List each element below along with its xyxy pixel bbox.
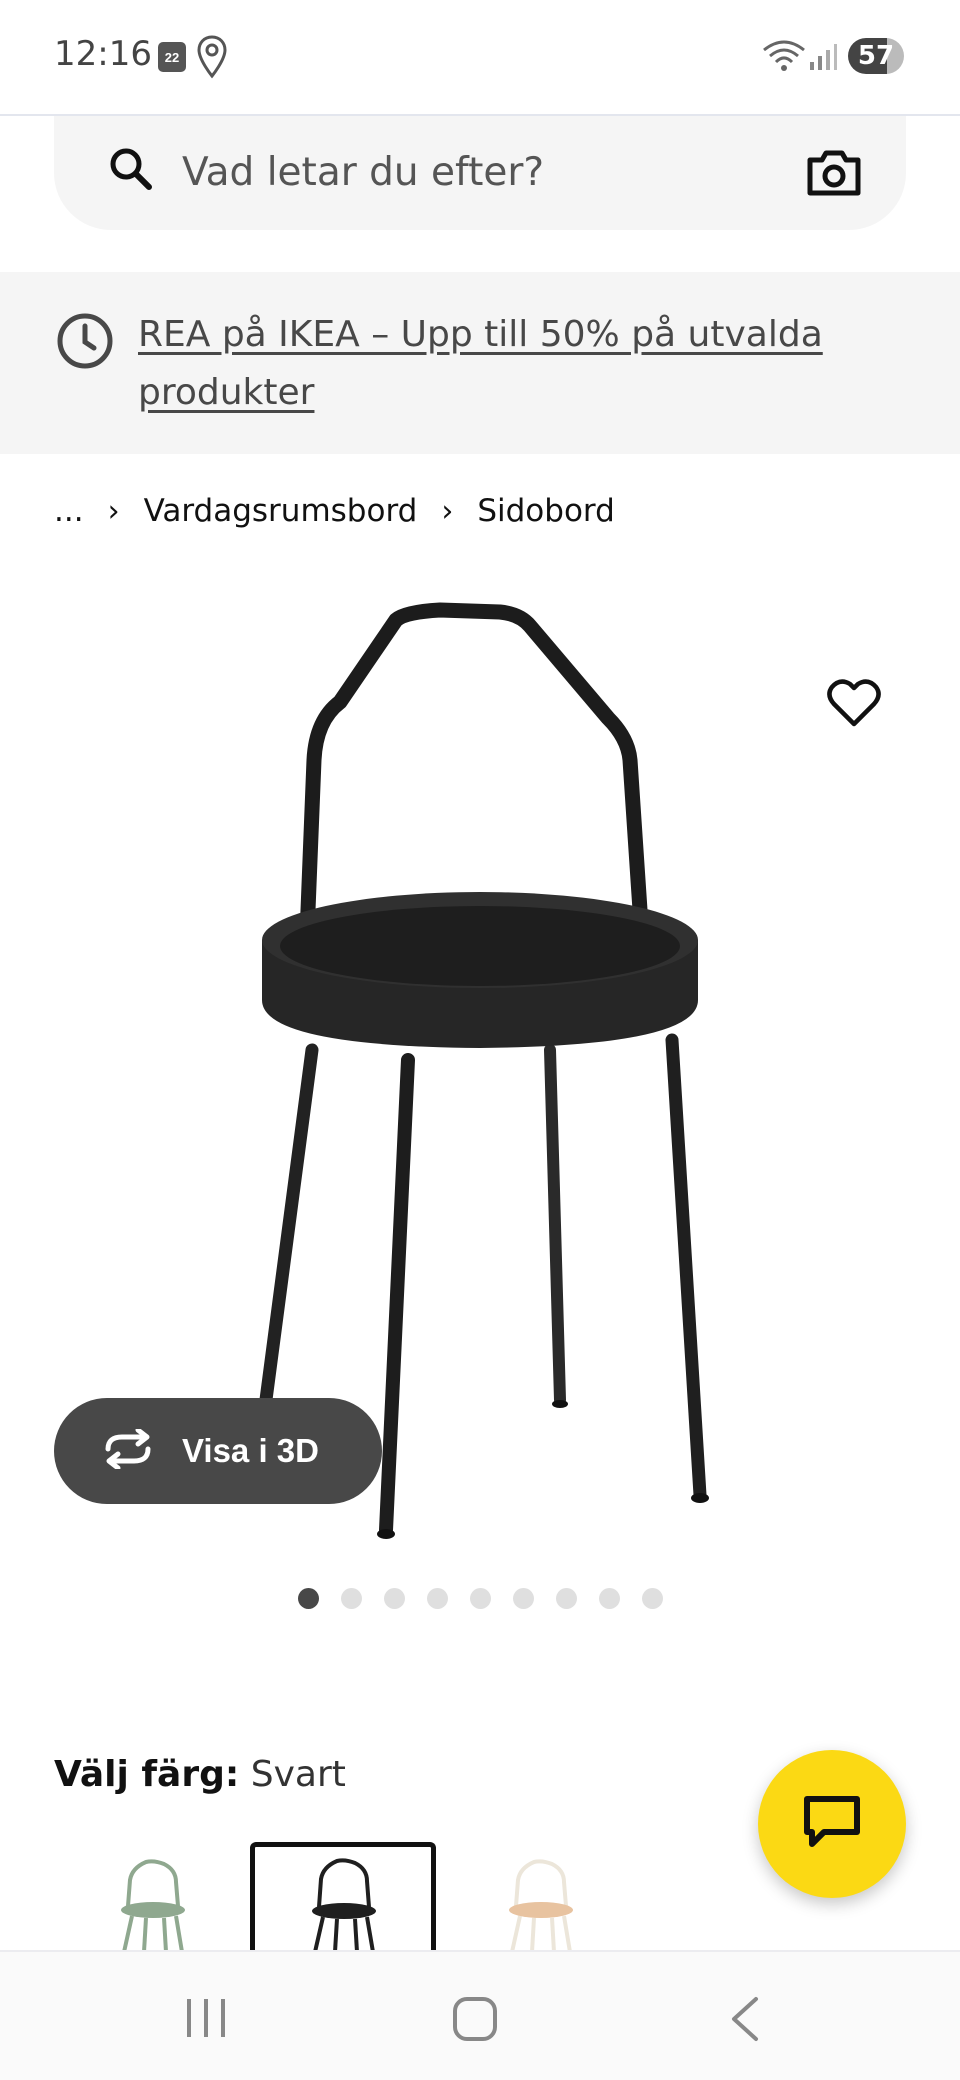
breadcrumb-item-sidobord[interactable]: Sidobord	[477, 493, 614, 529]
selected-color: Svart	[250, 1754, 346, 1795]
battery-icon: 57	[848, 38, 904, 74]
view-3d-label: Visa i 3D	[182, 1432, 319, 1469]
pagination-dot[interactable]	[341, 1588, 362, 1609]
chat-bubble-icon	[802, 1794, 862, 1855]
search-bar[interactable]	[54, 116, 906, 230]
heart-icon[interactable]	[826, 678, 882, 735]
breadcrumb-item-more[interactable]: ...	[54, 493, 84, 529]
pagination-dot[interactable]	[599, 1588, 620, 1609]
clock-icon	[56, 312, 114, 375]
signal-icon	[808, 42, 838, 77]
pagination-dot[interactable]	[642, 1588, 663, 1609]
color-label-title: Välj färg:	[54, 1754, 240, 1795]
promo-link[interactable]: REA på IKEA – Upp till 50% på utvalda pr…	[138, 306, 858, 422]
home-icon[interactable]	[452, 1996, 498, 2047]
search-input[interactable]	[182, 142, 742, 202]
color-swatch-beige[interactable]	[448, 1842, 634, 1952]
pagination-dot[interactable]	[384, 1588, 405, 1609]
pagination-dot[interactable]	[470, 1588, 491, 1609]
system-nav-bar	[0, 1950, 960, 2080]
recents-icon[interactable]	[184, 1996, 228, 2045]
breadcrumb-item-vardagsrumsbord[interactable]: Vardagsrumsbord	[144, 493, 418, 529]
calendar-icon: 22	[158, 42, 186, 72]
chat-button[interactable]	[758, 1750, 906, 1898]
breadcrumb-separator: ›	[107, 493, 120, 529]
view-3d-button[interactable]: Visa i 3D	[54, 1398, 382, 1504]
breadcrumb-separator: ›	[441, 493, 454, 529]
pagination-dot[interactable]	[513, 1588, 534, 1609]
color-swatch-black[interactable]	[250, 1842, 436, 1952]
breadcrumb: ... › Vardagsrumsbord › Sidobord	[54, 486, 615, 536]
search-icon[interactable]	[106, 144, 156, 199]
color-choice-label: Välj färg: Svart	[54, 1754, 346, 1795]
pagination-dot[interactable]	[556, 1588, 577, 1609]
status-time: 12:16	[54, 34, 152, 74]
status-bar: 12:16 22 57	[0, 0, 960, 116]
rotate-3d-icon	[100, 1427, 156, 1474]
color-swatch-green[interactable]	[60, 1842, 246, 1952]
location-icon	[196, 34, 228, 85]
promo-banner: REA på IKEA – Upp till 50% på utvalda pr…	[0, 272, 960, 454]
pagination-dot[interactable]	[298, 1588, 319, 1609]
image-pagination	[298, 1588, 663, 1609]
back-icon[interactable]	[726, 1996, 762, 2047]
camera-icon[interactable]	[806, 148, 862, 203]
pagination-dot[interactable]	[427, 1588, 448, 1609]
wifi-icon	[762, 38, 806, 79]
